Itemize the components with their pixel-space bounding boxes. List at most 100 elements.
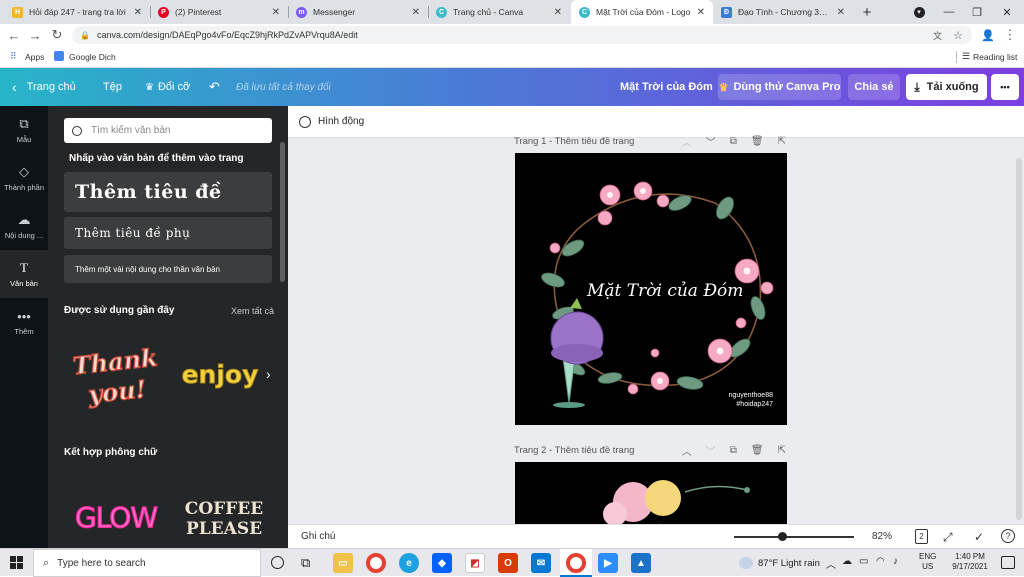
move-down-icon[interactable]: ﹀	[706, 134, 716, 149]
zoom-meeting-icon[interactable]: ▶	[598, 553, 618, 573]
clock[interactable]: 1:40 PM 9/17/2021	[947, 552, 993, 572]
zoom-slider-thumb[interactable]	[778, 532, 787, 541]
browser-menu-icon[interactable]: ⋮	[1000, 24, 1020, 46]
forward-icon[interactable]: →	[25, 24, 45, 46]
undo-icon[interactable]: ↶	[209, 68, 220, 106]
new-tab-button[interactable]: +	[852, 0, 882, 24]
delete-page-icon[interactable]: 🗑	[751, 136, 764, 147]
fullscreen-icon[interactable]: ⤢	[943, 530, 953, 545]
notes-button[interactable]: Ghi chú	[301, 531, 335, 542]
notifications-icon[interactable]	[1001, 556, 1015, 569]
pdf-reader-icon[interactable]: ◩	[465, 553, 485, 573]
browser-tab-messenger[interactable]: m Messenger ✕	[288, 0, 428, 24]
tab-search-icon[interactable]: ▾	[904, 0, 934, 24]
taskbar-search-input[interactable]: ⌕ Type here to search	[33, 549, 261, 577]
try-pro-button[interactable]: ♛ Dùng thử Canva Pro	[718, 74, 841, 100]
workspace-scrollbar[interactable]	[1016, 158, 1022, 520]
zoom-slider[interactable]	[734, 536, 854, 538]
text-search-input[interactable]: Tìm kiếm văn bản	[64, 118, 272, 143]
rail-item-elements[interactable]: ◇ Thành phần	[0, 154, 48, 202]
close-tab-icon[interactable]: ✕	[837, 7, 845, 18]
onedrive-icon[interactable]: ☁	[842, 556, 852, 567]
weather-text[interactable]: 87°F Light rain	[758, 558, 820, 569]
design-page-1[interactable]: Mặt Trời của Đóm nguyenthoe88 #hoidap247	[515, 153, 787, 425]
bookmark-apps[interactable]: Apps	[25, 52, 44, 62]
combo-coffee-please[interactable]: COFFEE PLEASE	[176, 494, 272, 540]
battery-icon[interactable]: ▭	[859, 556, 868, 567]
page2-title[interactable]: Trang 2 - Thêm tiêu đề trang	[514, 445, 634, 456]
home-button[interactable]: ‹ Trang chủ	[12, 68, 76, 106]
extension-icon[interactable]: 👤	[978, 24, 998, 46]
add-page-icon[interactable]: ⇱	[778, 445, 786, 456]
close-tab-icon[interactable]: ✕	[697, 7, 705, 18]
design-title-text[interactable]: Mặt Trời của Đóm	[587, 281, 787, 301]
page-count-button[interactable]: 2	[915, 529, 928, 544]
panel-scrollbar[interactable]	[280, 142, 285, 282]
close-tab-icon[interactable]: ✕	[134, 7, 142, 18]
close-tab-icon[interactable]: ✕	[554, 7, 562, 18]
recent-style-thank-you[interactable]: Thank you!	[66, 340, 166, 412]
duplicate-page-icon[interactable]: ⧉	[730, 136, 737, 147]
restore-icon[interactable]: ❐	[962, 0, 992, 24]
add-heading-button[interactable]: Thêm tiêu đề	[64, 172, 272, 212]
recent-style-enjoy[interactable]: enjoy	[178, 352, 268, 396]
chevron-right-icon[interactable]: ›	[266, 366, 271, 382]
duplicate-page-icon[interactable]: ⧉	[730, 445, 737, 456]
add-page-icon[interactable]: ⇱	[778, 136, 786, 147]
chrome-icon[interactable]	[366, 553, 386, 573]
minimize-icon[interactable]: —	[934, 0, 964, 24]
translate-icon[interactable]: 文	[933, 29, 942, 42]
add-body-text-button[interactable]: Thêm một vài nội dung cho thân văn bản	[64, 255, 272, 283]
browser-tab-hoidap[interactable]: H Hỏi đáp 247 - trang tra lời ✕	[4, 0, 150, 24]
zoom-level[interactable]: 82%	[872, 531, 892, 542]
rail-item-text[interactable]: T Văn bản	[0, 250, 48, 298]
delete-page-icon[interactable]: 🗑	[751, 445, 764, 456]
see-all-link[interactable]: Xem tất cả	[231, 306, 274, 316]
browser-tab-daotinh[interactable]: Đ Đạo Tình - Chương 31: Thầ ✕	[713, 0, 853, 24]
back-icon[interactable]: ←	[4, 24, 24, 46]
move-down-icon[interactable]: ﹀	[706, 443, 716, 458]
check-circle-icon[interactable]: ✓	[974, 530, 984, 544]
close-tab-icon[interactable]: ✕	[272, 7, 280, 18]
task-view-icon[interactable]: ⧉	[301, 555, 310, 571]
bookmark-google-translate[interactable]: Google Dịch	[69, 52, 116, 62]
combo-glow[interactable]: GLOW	[74, 494, 166, 536]
resize-button[interactable]: ♛ Đổi cỡ	[145, 68, 190, 106]
animate-button[interactable]: Hình động	[318, 116, 364, 127]
close-window-icon[interactable]: ✕	[992, 0, 1022, 24]
more-options-button[interactable]: •••	[991, 74, 1019, 100]
browser-tab-canva-design[interactable]: C Mặt Trời của Đóm - Logo ✕	[571, 0, 713, 24]
file-menu-button[interactable]: Tệp	[103, 68, 122, 106]
help-icon[interactable]: ?	[1001, 529, 1015, 543]
mail-icon[interactable]: ✉	[531, 553, 551, 573]
design-page-2[interactable]	[515, 462, 787, 524]
page1-title[interactable]: Trang 1 - Thêm tiêu đề trang	[514, 136, 634, 147]
design-title[interactable]: Mặt Trời của Đóm	[620, 68, 713, 106]
language-indicator[interactable]: ENG US	[919, 552, 936, 572]
rail-item-more[interactable]: ••• Thêm	[0, 298, 48, 346]
bookmark-reading-list[interactable]: Reading list	[973, 52, 1017, 62]
dropbox-icon[interactable]: ◆	[432, 553, 452, 573]
browser-tab-pinterest[interactable]: P (2) Pinterest ✕	[150, 0, 288, 24]
reload-icon[interactable]: ↻	[47, 24, 67, 46]
file-explorer-icon[interactable]: ▭	[333, 553, 353, 573]
windows-start-icon[interactable]	[10, 556, 24, 570]
office-icon[interactable]: O	[498, 553, 518, 573]
tray-chevron-icon[interactable]: ︿	[826, 556, 836, 571]
browser-tab-canva-home[interactable]: C Trang chủ - Canva ✕	[428, 0, 570, 24]
chrome-active-icon[interactable]	[566, 553, 586, 573]
cortana-icon[interactable]	[271, 556, 284, 569]
volume-icon[interactable]: ♪	[893, 556, 898, 567]
address-bar[interactable]: 🔒 canva.com/design/DAEqPgo4vFo/EqcZ9hjRk…	[72, 26, 972, 44]
wifi-icon[interactable]: ◠	[876, 556, 885, 567]
close-tab-icon[interactable]: ✕	[412, 7, 420, 18]
move-up-icon[interactable]: ︿	[682, 134, 692, 149]
add-subheading-button[interactable]: Thêm tiêu đề phụ	[64, 217, 272, 249]
design-watermark[interactable]: nguyenthoe88 #hoidap247	[729, 391, 773, 409]
move-up-icon[interactable]: ︿	[682, 443, 692, 458]
rail-item-templates[interactable]: ⧉ Mẫu	[0, 106, 48, 154]
photos-icon[interactable]: ▲	[631, 553, 651, 573]
bookmark-star-icon[interactable]: ☆	[953, 29, 963, 42]
rail-item-uploads[interactable]: ☁ Nội dung ...	[0, 202, 48, 250]
share-button[interactable]: Chia sẻ	[848, 74, 900, 100]
